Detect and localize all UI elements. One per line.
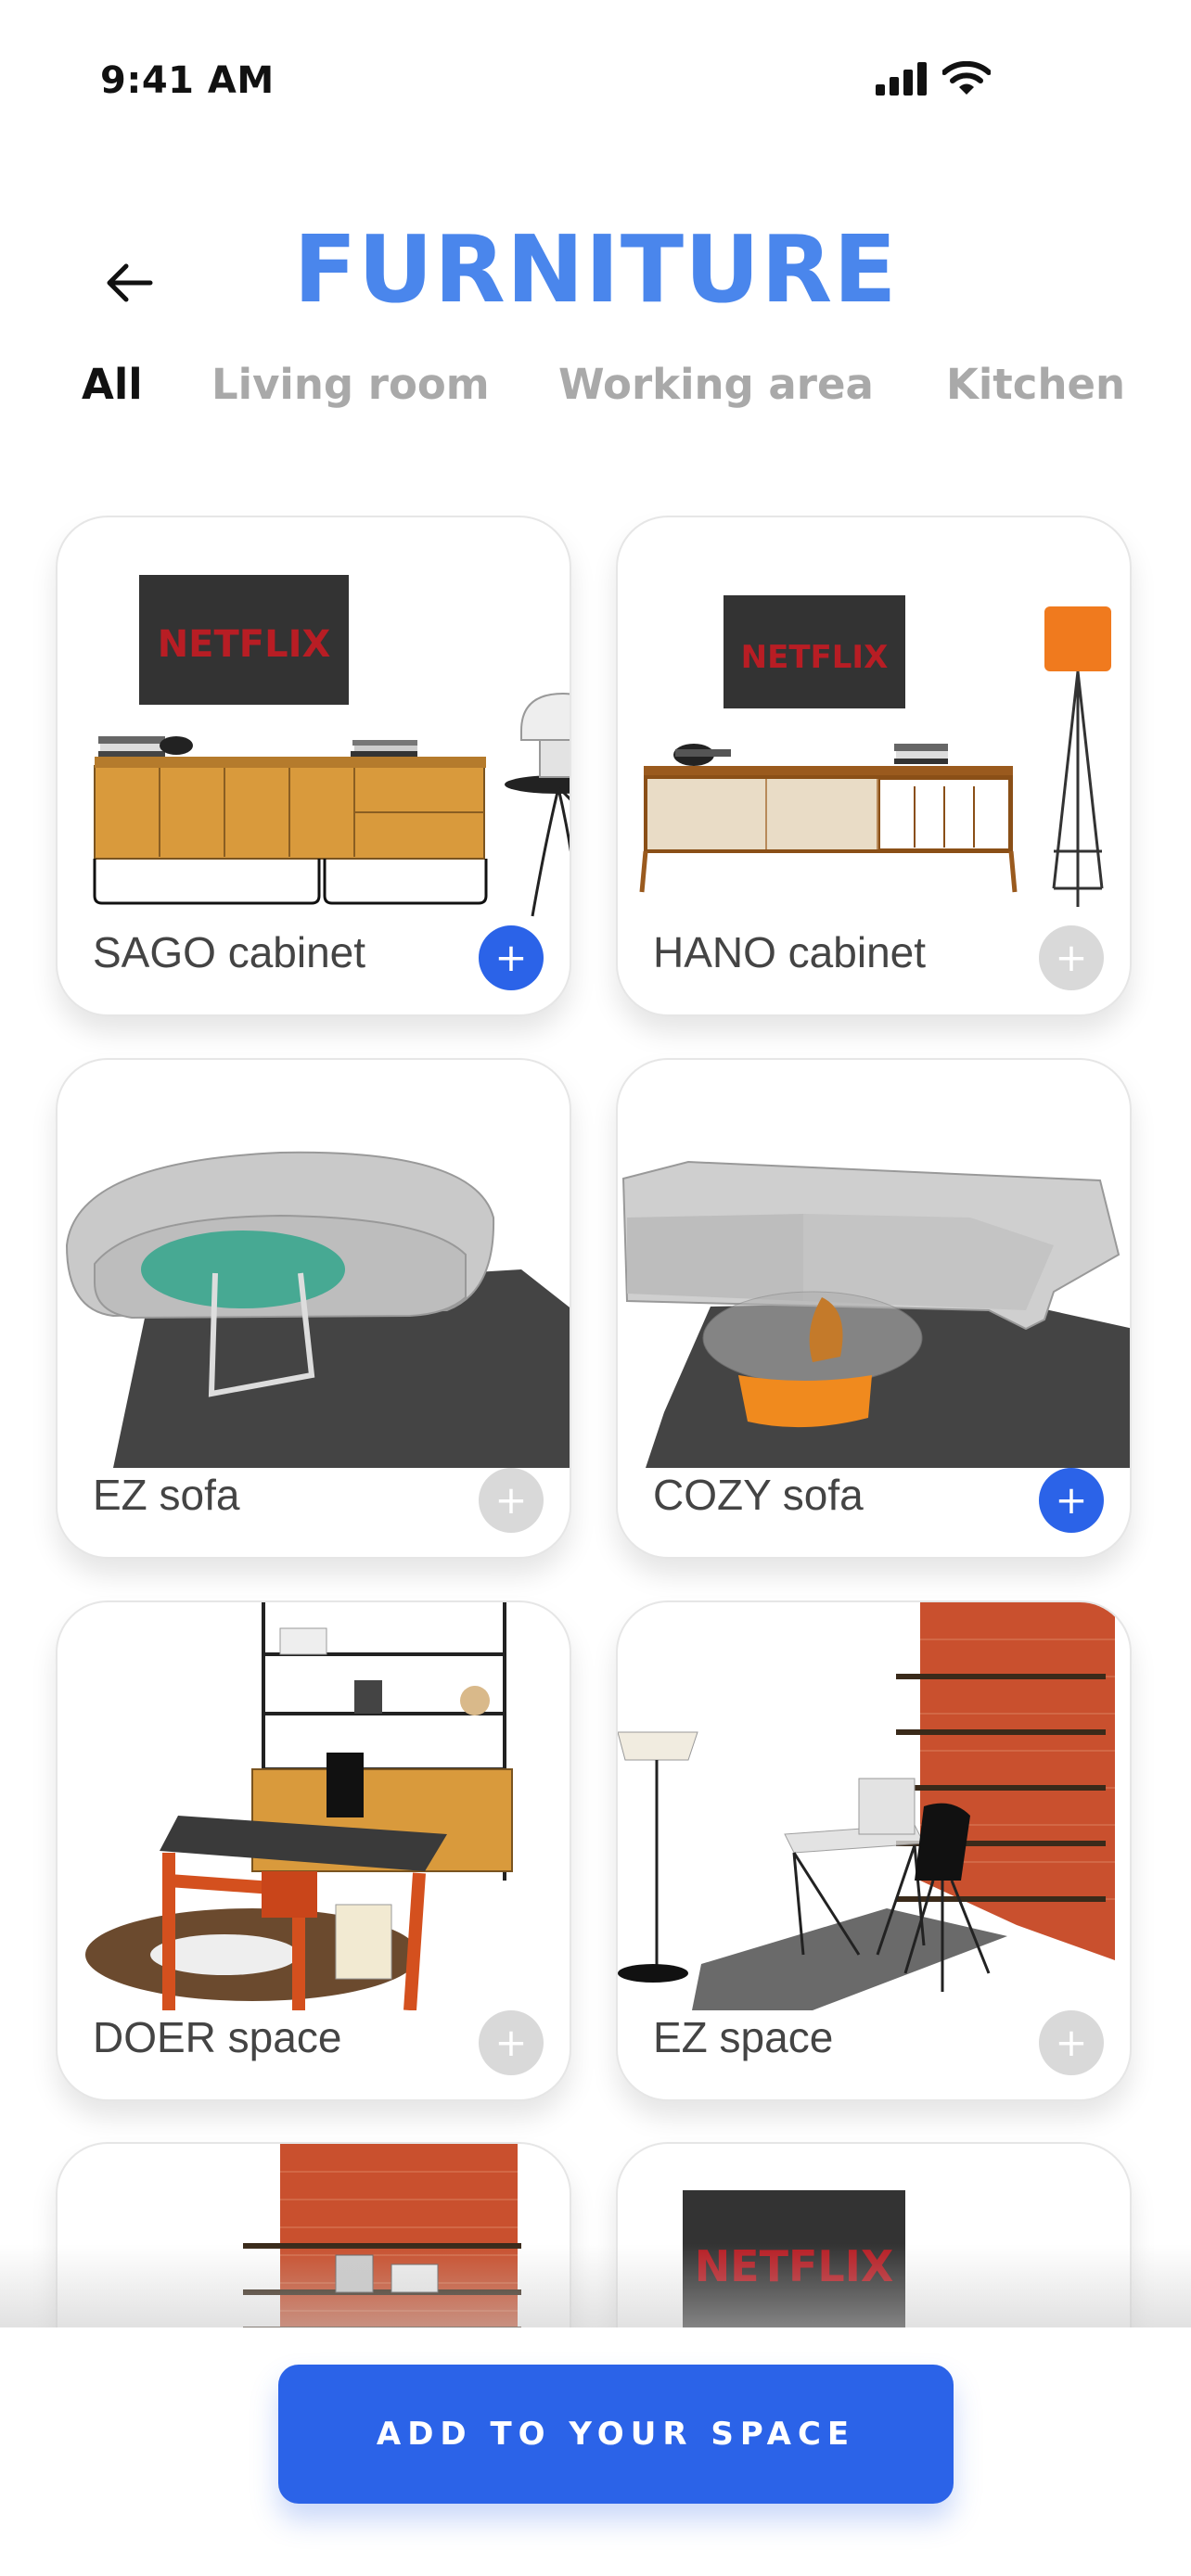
furniture-name: SAGO cabinet xyxy=(93,928,366,976)
furniture-card-ez-space[interactable]: EZ space + xyxy=(616,1600,1132,2101)
add-button[interactable]: + xyxy=(1039,1468,1104,1533)
furniture-name: EZ space xyxy=(653,2013,834,2061)
tv-screen-text: NETFLIX xyxy=(695,2241,894,2291)
furniture-card-doer-space[interactable]: DOER space + xyxy=(56,1600,571,2101)
furniture-card-ez-sofa[interactable]: EZ sofa + xyxy=(56,1058,571,1559)
plus-icon: + xyxy=(494,2020,528,2065)
cozy-sofa-image xyxy=(621,1160,1130,1468)
tv-stand-image: NETFLIX xyxy=(683,2190,905,2327)
furniture-name: EZ sofa xyxy=(93,1471,240,1519)
furniture-card-8[interactable]: NETFLIX xyxy=(616,2142,1132,2327)
add-to-space-button[interactable]: ADD TO YOUR SPACE xyxy=(278,2365,954,2504)
furniture-card-hano-cabinet[interactable]: NETFLIX HANO cabinet + xyxy=(616,516,1132,1016)
plus-icon: + xyxy=(494,1477,528,1523)
add-button[interactable]: + xyxy=(479,2010,544,2075)
ez-sofa-image xyxy=(65,1151,570,1468)
furniture-name: HANO cabinet xyxy=(653,928,927,976)
add-button[interactable]: + xyxy=(479,1468,544,1533)
furniture-name: DOER space xyxy=(93,2013,342,2061)
add-button[interactable]: + xyxy=(479,925,544,990)
tv-screen-text: NETFLIX xyxy=(158,623,331,666)
add-button[interactable]: + xyxy=(1039,925,1104,990)
sago-cabinet-image: NETFLIX xyxy=(93,575,570,917)
tv-screen-text: NETFLIX xyxy=(741,639,889,676)
plus-icon: + xyxy=(1055,935,1088,980)
plus-icon: + xyxy=(1055,1477,1088,1523)
ez-space-image xyxy=(618,1602,1115,2010)
doer-space-image xyxy=(85,1602,513,2010)
furniture-card-sago-cabinet[interactable]: NETFLIX SAGO cabinet + xyxy=(56,516,571,1016)
furniture-name: COZY sofa xyxy=(653,1471,864,1519)
plus-icon: + xyxy=(494,935,528,980)
bottom-bar: ADD TO YOUR SPACE xyxy=(0,2329,1191,2576)
furniture-card-7[interactable] xyxy=(56,2142,571,2327)
shelf-space-image xyxy=(243,2144,521,2327)
furniture-grid: NETFLIX SAGO cabinet + NETFLIX HANO cabi… xyxy=(0,0,1191,2327)
plus-icon: + xyxy=(1055,2020,1088,2065)
hano-cabinet-image: NETFLIX xyxy=(639,595,1111,907)
add-button[interactable]: + xyxy=(1039,2010,1104,2075)
furniture-card-cozy-sofa[interactable]: COZY sofa + xyxy=(616,1058,1132,1559)
